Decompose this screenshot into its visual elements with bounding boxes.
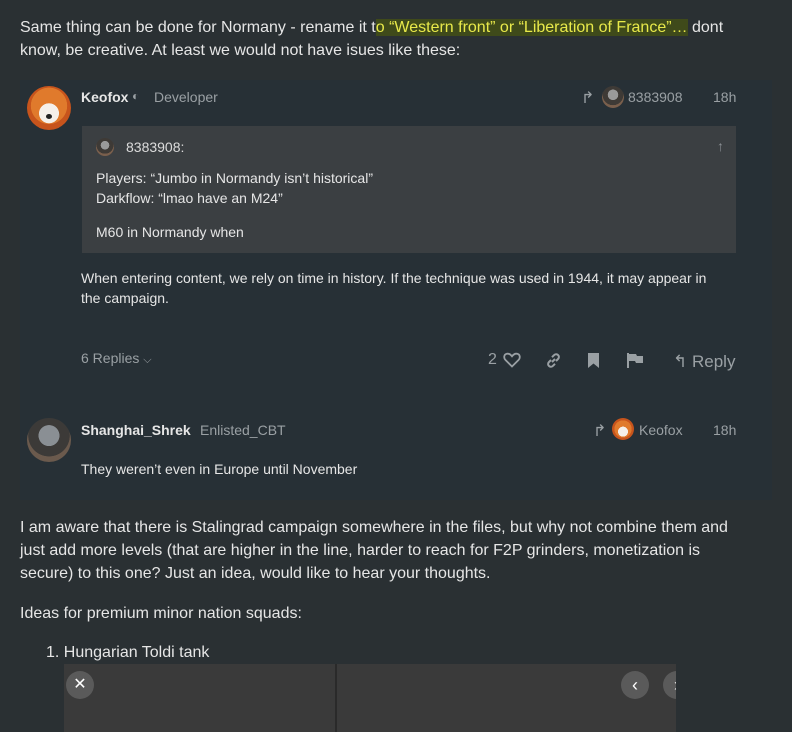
user-title: Enlisted_CBT (200, 422, 286, 438)
intro-text-end: dont (687, 19, 724, 36)
quote-block: 8383908: ↑ Players: “Jumbo in Normandy i… (82, 126, 736, 253)
intro-highlight: o “Western front” or “Liberation of Fran… (375, 19, 688, 36)
image-divider (335, 664, 337, 732)
heart-icon[interactable] (503, 352, 521, 368)
link-icon[interactable] (545, 352, 562, 369)
post-body: They weren’t even in Europe until Novemb… (81, 461, 358, 477)
reply-to-avatar[interactable] (602, 86, 624, 108)
chevron-left-icon[interactable]: ‹ (621, 671, 649, 699)
shield-icon: ◐ (132, 89, 140, 103)
post-body-line1: When entering content, we rely on time i… (81, 270, 707, 286)
intro-line2: know, be creative. At least we would not… (20, 42, 461, 59)
intro-text: Same thing can be done for Normany - ren… (20, 19, 376, 36)
quote-line2: Darkflow: “lmao have an M24” (96, 190, 283, 206)
quote-line3: M60 in Normandy when (96, 224, 244, 240)
body-paragraph: I am aware that there is Stalingrad camp… (20, 516, 728, 585)
list-item: 1. Hungarian Toldi tank (46, 644, 210, 661)
reply-arrow-icon: ↰ (673, 352, 688, 371)
username[interactable]: Shanghai_Shrek (81, 422, 191, 438)
reply-arrow-icon: ↱ (593, 423, 607, 440)
intro-paragraph: Same thing can be done for Normany - ren… (20, 16, 723, 62)
replies-toggle[interactable]: 6 Replies ⌵ (81, 350, 152, 367)
reply-to-user[interactable]: Keofox (639, 422, 683, 438)
para-line2: just add more levels (that are higher in… (20, 542, 701, 559)
chevron-right-icon[interactable]: › (663, 671, 676, 699)
arrow-up-icon[interactable]: ↑ (717, 138, 724, 154)
post-time[interactable]: 18h (713, 89, 736, 105)
post-body-line2: the campaign. (81, 290, 169, 306)
image-viewer[interactable]: ✕ ‹ › (64, 664, 676, 732)
close-icon[interactable]: ✕ (66, 671, 94, 699)
flag-icon[interactable] (626, 352, 644, 369)
avatar[interactable] (27, 418, 71, 462)
replies-count: 6 Replies (81, 350, 140, 366)
quote-author: 8383908: (126, 139, 185, 155)
reply-to-user[interactable]: 8383908 (628, 89, 683, 105)
username[interactable]: Keofox (81, 89, 128, 105)
ideas-heading: Ideas for premium minor nation squads: (20, 605, 302, 622)
quote-avatar (96, 138, 114, 156)
avatar[interactable] (27, 86, 71, 130)
post-time[interactable]: 18h (713, 422, 736, 438)
chevron-down-icon: ⌵ (143, 354, 152, 366)
para-line1: I am aware that there is Stalingrad camp… (20, 519, 728, 536)
reply-to-avatar[interactable] (612, 418, 634, 440)
reply-button[interactable]: ↰ Reply (673, 352, 735, 372)
reply-arrow-icon: ↱ (581, 90, 595, 107)
like-count: 2 (488, 351, 497, 368)
para-line3: secure) to this one? Just an idea, would… (20, 565, 491, 582)
bookmark-icon[interactable] (587, 352, 600, 369)
user-title: Developer (154, 89, 218, 105)
quote-line1: Players: “Jumbo in Normandy isn’t histor… (96, 170, 373, 186)
reply-label: Reply (691, 352, 736, 371)
